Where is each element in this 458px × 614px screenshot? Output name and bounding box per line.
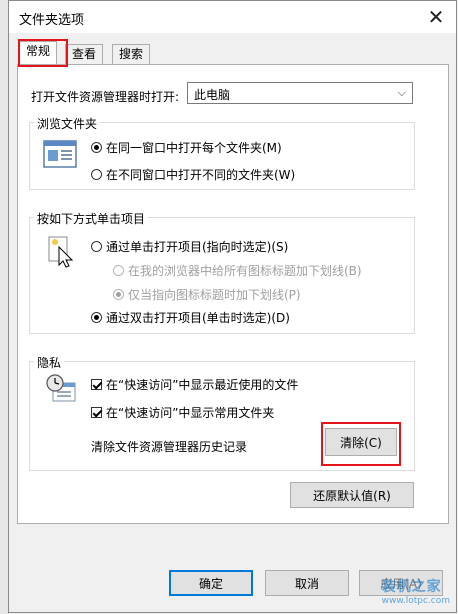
window-folder-icon: [43, 140, 77, 168]
radio-single-click[interactable]: [91, 241, 102, 252]
privacy-clock-icon: [46, 374, 76, 402]
underline-all-option: 在我的浏览器中给所有图标标题加下划线(B): [113, 262, 362, 279]
clear-history-button[interactable]: 清除(C): [325, 428, 397, 456]
radio-same-window[interactable]: [91, 142, 102, 153]
open-in-label: 打开文件资源管理器时打开:: [31, 90, 180, 104]
watermark-brand: 装机之家: [381, 579, 442, 595]
browse-folders-legend: 浏览文件夹: [34, 115, 101, 132]
dialog-title: 文件夹选项: [19, 13, 85, 28]
single-click-label: 通过单击打开项目(指向时选定)(S): [106, 240, 289, 254]
open-in-select[interactable]: 此电脑 ⌵: [187, 82, 413, 104]
pointer-click-icon: [48, 236, 74, 268]
radio-underline-all: [113, 265, 124, 276]
restore-defaults-button[interactable]: 还原默认值(R): [290, 482, 414, 508]
show-recent-files-option[interactable]: 在“快速访问”中显示最近使用的文件: [91, 376, 298, 393]
privacy-legend: 隐私: [34, 354, 65, 371]
tab-general[interactable]: 常规: [19, 41, 58, 64]
clear-history-label: 清除文件资源管理器历史记录: [91, 440, 248, 454]
double-click-label: 通过双击打开项目(单击时选定)(D): [106, 311, 290, 325]
browse-same-window-label: 在同一窗口中打开每个文件夹(M): [106, 141, 282, 155]
browse-new-window-label: 在不同窗口中打开不同的文件夹(W): [106, 168, 296, 182]
chevron-down-icon: ⌵: [397, 86, 406, 99]
close-button[interactable]: ✕: [422, 5, 450, 29]
tab-view[interactable]: 查看: [65, 44, 104, 64]
close-icon: ✕: [427, 5, 445, 29]
cancel-button[interactable]: 取消: [265, 570, 349, 596]
underline-hover-label: 仅当指向图标标题时加下划线(P): [128, 288, 301, 302]
tab-search[interactable]: 搜索: [112, 44, 151, 64]
underline-hover-option: 仅当指向图标标题时加下划线(P): [113, 286, 301, 303]
radio-underline-hover: [113, 289, 124, 300]
browse-new-window-option[interactable]: 在不同窗口中打开不同的文件夹(W): [91, 166, 295, 183]
radio-new-window[interactable]: [91, 169, 102, 180]
click-items-legend: 按如下方式单击项目: [34, 210, 149, 227]
underline-all-label: 在我的浏览器中给所有图标标题加下划线(B): [128, 264, 362, 278]
watermark-logo: 装机之家 www.lotpc.com: [382, 576, 450, 606]
browse-same-window-option[interactable]: 在同一窗口中打开每个文件夹(M): [91, 139, 282, 156]
show-recent-files-label: 在“快速访问”中显示最近使用的文件: [106, 378, 299, 392]
single-click-option[interactable]: 通过单击打开项目(指向时选定)(S): [91, 238, 288, 255]
open-in-value: 此电脑: [194, 88, 231, 102]
show-frequent-folders-label: 在“快速访问”中显示常用文件夹: [106, 406, 275, 420]
radio-double-click[interactable]: [91, 312, 102, 323]
watermark-url: www.lotpc.com: [381, 596, 450, 606]
title-bar: 文件夹选项 ✕: [9, 1, 456, 33]
ok-button[interactable]: 确定: [169, 570, 253, 596]
checkbox-recent-files[interactable]: [91, 379, 102, 390]
checkbox-frequent-folders[interactable]: [91, 407, 102, 418]
show-frequent-folders-option[interactable]: 在“快速访问”中显示常用文件夹: [91, 404, 274, 421]
folder-options-dialog: 文件夹选项 ✕ 常规 查看 搜索 打开文件资源管理器时打开: 此电脑 ⌵ 浏览文…: [8, 0, 457, 613]
double-click-option[interactable]: 通过双击打开项目(单击时选定)(D): [91, 309, 290, 326]
